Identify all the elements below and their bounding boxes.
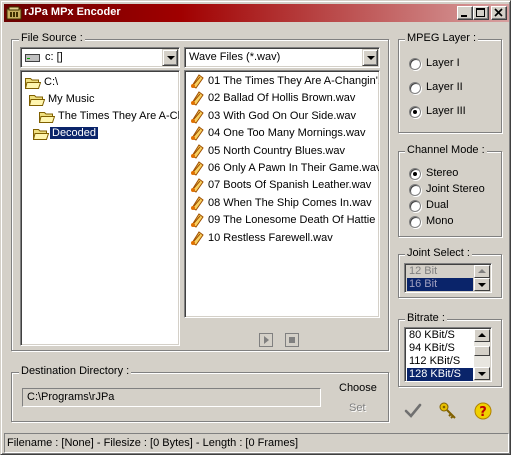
joint-select-label: Joint Select : — [405, 247, 472, 259]
status-text: Filename : [None] - Filesize : [0 Bytes]… — [7, 437, 299, 449]
close-button[interactable] — [491, 6, 507, 20]
tree-item-label: The Times They Are A-Cha — [58, 110, 180, 122]
folder-open-icon — [29, 95, 45, 106]
app-window: rJPa MPx Encoder File Source : c: [] Wav… — [0, 0, 511, 455]
drive-combo-dropdown-button[interactable] — [162, 49, 178, 66]
maximize-button[interactable] — [473, 6, 489, 20]
channel_mode-radio-label[interactable]: Dual — [426, 199, 449, 211]
channel_mode-radio[interactable] — [409, 200, 421, 212]
audio-file-icon — [191, 213, 204, 228]
play-icon[interactable] — [259, 333, 273, 347]
scroll-thumb[interactable] — [474, 346, 490, 356]
bitrate-label: Bitrate : — [405, 312, 447, 324]
set-button[interactable]: Set — [349, 402, 366, 414]
status-bar: Filename : [None] - Filesize : [0 Bytes]… — [4, 433, 509, 453]
joint-select-list[interactable]: 12 Bit 16 Bit — [404, 263, 492, 293]
file-filter-dropdown-button[interactable] — [362, 49, 378, 66]
audio-file-icon — [191, 74, 204, 89]
joint-select-scrollbar[interactable] — [474, 265, 490, 291]
folder-open-icon — [33, 129, 49, 140]
channel_mode-radio-label[interactable]: Mono — [426, 215, 454, 227]
channel_mode-radio[interactable] — [409, 216, 421, 228]
destination-path-field[interactable]: C:\Programs\rJPa — [22, 388, 321, 407]
mpeg_layer-radio[interactable] — [409, 106, 421, 118]
bitrate-list[interactable]: 80 KBit/S 94 KBit/S 112 KBit/S 128 KBit/S — [404, 327, 492, 382]
scroll-down-button[interactable] — [474, 278, 490, 291]
mpeg_layer-radio[interactable] — [409, 58, 421, 70]
title-bar[interactable]: rJPa MPx Encoder — [4, 4, 509, 22]
joint_select-item[interactable]: 16 Bit — [407, 278, 473, 291]
window-title: rJPa MPx Encoder — [24, 6, 121, 18]
mpeg_layer-radio-label[interactable]: Layer I — [426, 57, 460, 69]
file-name: 05 North Country Blues.wav — [208, 144, 345, 157]
scroll-up-button[interactable] — [474, 265, 490, 278]
bitrate-item[interactable]: 80 KBit/S — [407, 329, 473, 342]
minimize-icon — [461, 15, 467, 17]
app-icon — [6, 6, 22, 20]
scroll-down-button[interactable] — [474, 367, 490, 380]
channel-mode-label: Channel Mode : — [405, 144, 487, 156]
file-filter-value: Wave Files (*.wav) — [189, 51, 281, 63]
mpeg_layer-radio[interactable] — [409, 82, 421, 94]
audio-file-icon — [191, 196, 204, 211]
file-name: 10 Restless Farewell.wav — [208, 231, 333, 244]
close-icon — [494, 8, 503, 17]
audio-file-icon — [191, 230, 204, 246]
audio-file-icon — [191, 109, 204, 124]
audio-file-icon — [191, 91, 204, 107]
file-name: 06 Only A Pawn In Their Game.wav — [208, 162, 380, 174]
drive-icon — [25, 54, 40, 62]
audio-file-icon — [191, 178, 204, 194]
file-name: 03 With God On Our Side.wav — [208, 109, 356, 122]
maximize-icon — [476, 8, 485, 17]
bitrate-item[interactable]: 94 KBit/S — [407, 342, 473, 355]
mpeg_layer-radio-label[interactable]: Layer III — [426, 105, 466, 117]
channel_mode-radio[interactable] — [409, 168, 421, 180]
mpeg-layer-label: MPEG Layer : — [405, 32, 479, 44]
folder-open-icon — [25, 78, 41, 89]
audio-file-icon — [191, 161, 204, 176]
choose-button[interactable]: Choose — [339, 382, 377, 394]
svg-text:?: ? — [479, 405, 487, 420]
help-icon[interactable]: ? — [473, 401, 493, 421]
tree-item-label: C:\ — [44, 76, 59, 88]
stop-icon[interactable] — [285, 333, 299, 347]
file-name: 07 Boots Of Spanish Leather.wav — [208, 179, 372, 192]
channel_mode-radio[interactable] — [409, 184, 421, 196]
scroll-up-button[interactable] — [474, 329, 490, 342]
destination-path: C:\Programs\rJPa — [27, 391, 115, 403]
file-list[interactable]: 01 The Times They Are A-Changin'.w 02 Bal… — [184, 70, 380, 318]
file-name: 08 When The Ship Comes In.wav — [208, 196, 372, 209]
folder-open-icon — [39, 112, 55, 123]
file-name: 04 One Too Many Mornings.wav — [208, 127, 366, 140]
checkmark-icon[interactable] — [403, 401, 423, 421]
tree-item-label: Decoded — [50, 127, 99, 139]
drive-combo-value: c: [] — [45, 51, 63, 63]
destination-label: Destination Directory : — [19, 365, 132, 377]
file-filter-combo[interactable]: Wave Files (*.wav) — [184, 47, 380, 68]
file-name: 01 The Times They Are A-Changin'.w — [208, 75, 380, 87]
minimize-button[interactable] — [457, 6, 473, 20]
file-source-label: File Source : — [19, 32, 85, 44]
drive-combo[interactable]: c: [] — [20, 47, 180, 68]
bitrate-item[interactable]: 128 KBit/S — [407, 368, 473, 381]
channel_mode-radio-label[interactable]: Stereo — [426, 167, 458, 179]
tree-item-label: My Music — [48, 93, 95, 105]
channel_mode-radio-label[interactable]: Joint Stereo — [426, 183, 485, 195]
key-icon[interactable] — [438, 401, 458, 421]
audio-file-icon — [191, 126, 204, 141]
file-name: 09 The Lonesome Death Of Hattie C — [208, 214, 380, 227]
file-name: 02 Ballad Of Hollis Brown.wav — [208, 92, 356, 105]
bitrate-item[interactable]: 112 KBit/S — [407, 355, 473, 368]
audio-file-icon — [191, 143, 204, 159]
bitrate-scrollbar[interactable] — [474, 329, 490, 380]
joint_select-item[interactable]: 12 Bit — [407, 265, 473, 278]
directory-tree[interactable]: C:\ My Music The Times They Are A-Cha Decod… — [20, 70, 180, 346]
mpeg_layer-radio-label[interactable]: Layer II — [426, 81, 463, 93]
